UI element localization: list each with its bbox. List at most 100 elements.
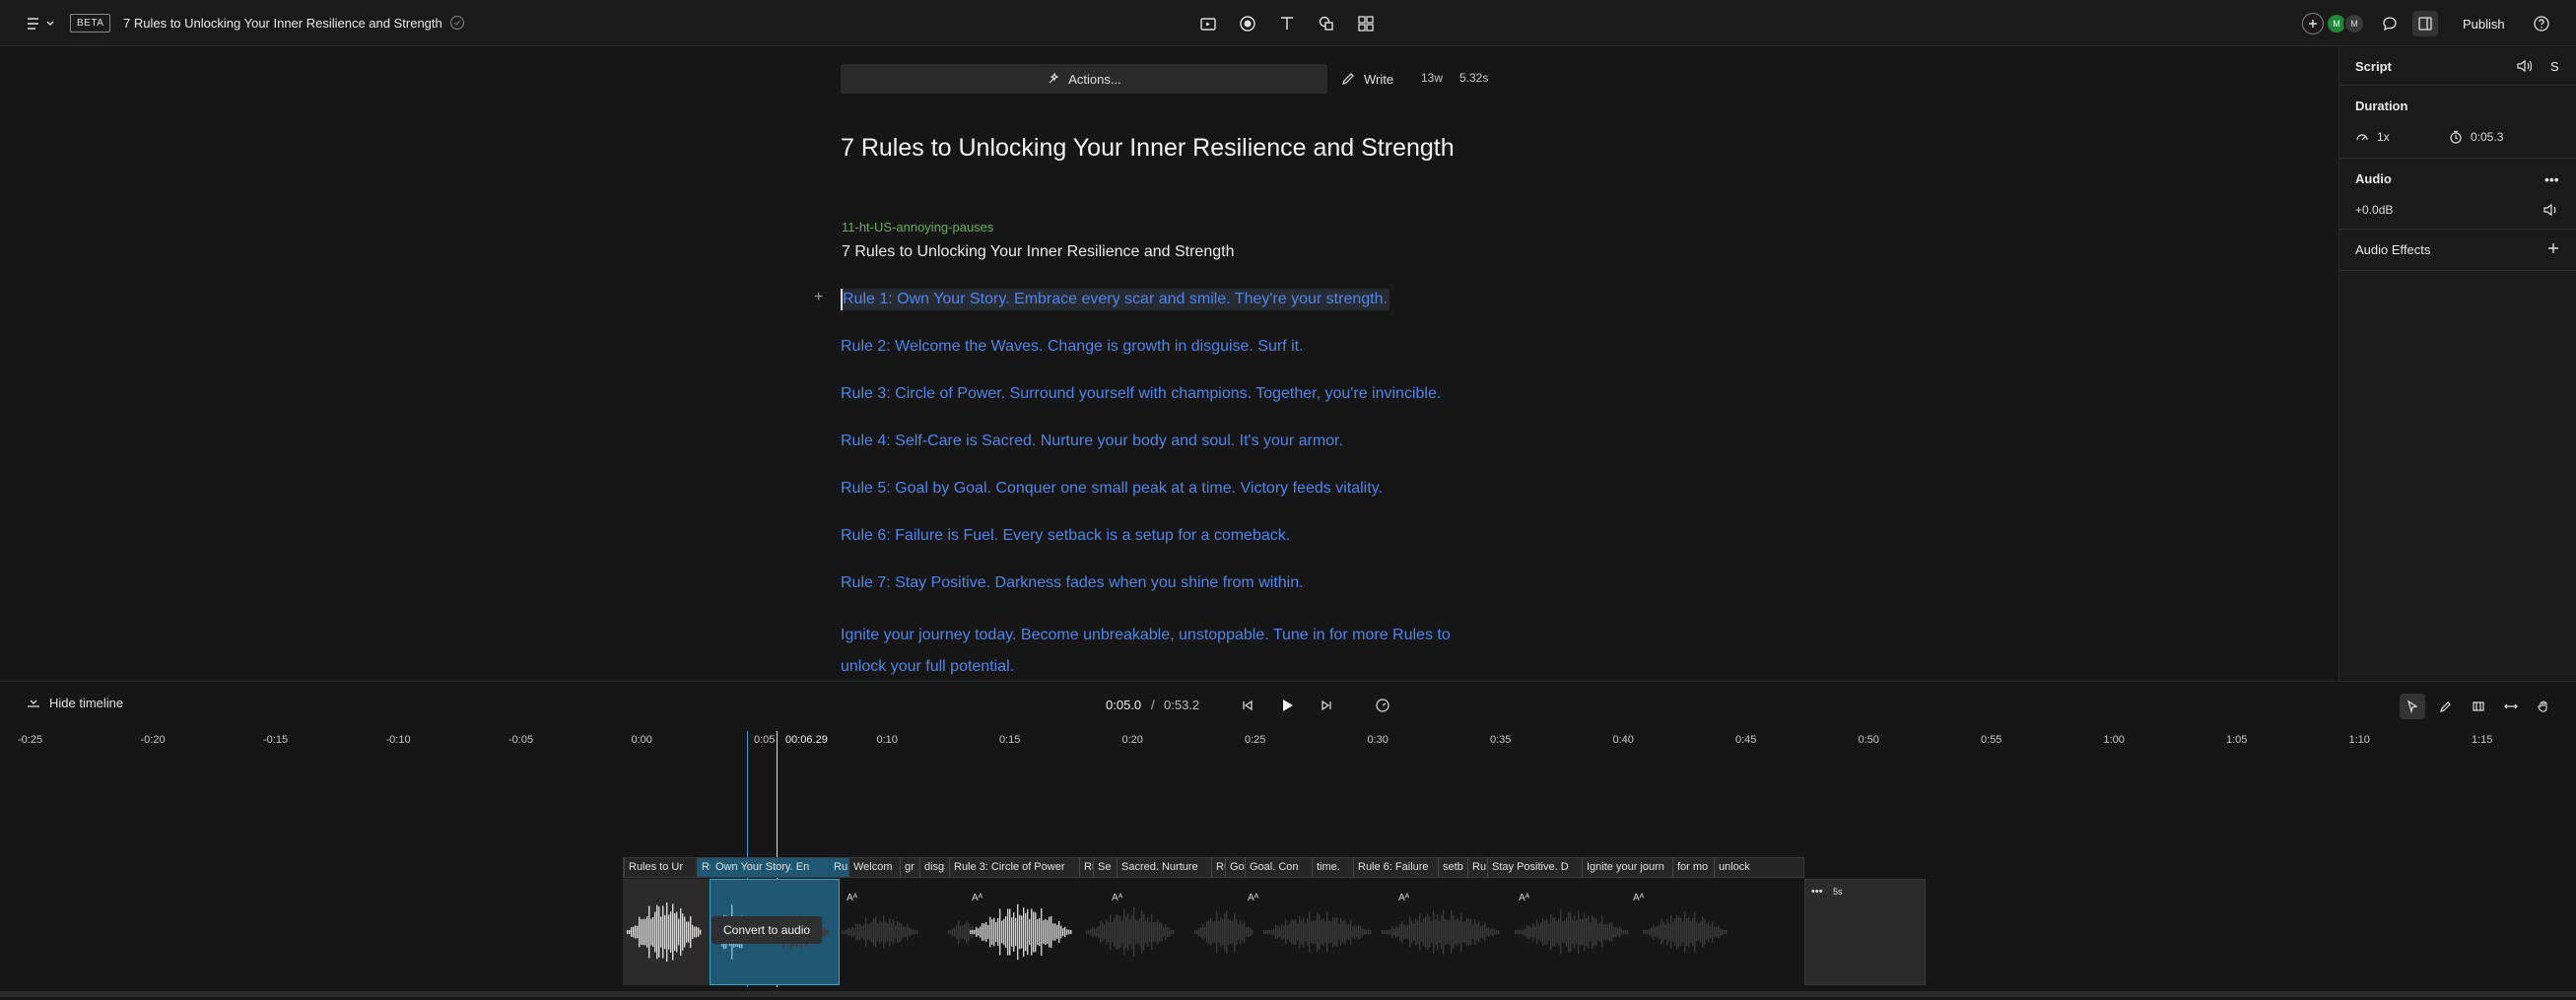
add-block-icon[interactable]: + bbox=[814, 289, 823, 306]
pen-tool-icon[interactable] bbox=[2433, 694, 2459, 719]
clip-label[interactable]: Se bbox=[1093, 858, 1117, 877]
comments-icon[interactable] bbox=[2377, 11, 2403, 36]
rule-line[interactable]: Rule 5: Goal by Goal. Conquer one small … bbox=[841, 478, 1530, 500]
grid-icon[interactable] bbox=[1353, 11, 1379, 36]
write-button[interactable]: Write bbox=[1340, 64, 1393, 94]
ruler-tick: 0:25 bbox=[1245, 734, 1266, 746]
playback-speed-icon[interactable] bbox=[1372, 695, 1393, 716]
stretch-tool-icon[interactable] bbox=[2498, 694, 2524, 719]
ruler-tick: 0:40 bbox=[1612, 734, 1634, 746]
hand-tool-icon[interactable] bbox=[2531, 694, 2556, 719]
gain-value[interactable]: +0.0dB bbox=[2355, 203, 2393, 217]
timeline-scrollbar[interactable] bbox=[0, 991, 2576, 997]
clip-label[interactable]: for mo bbox=[1672, 858, 1714, 877]
actions-button[interactable]: Actions... bbox=[841, 64, 1327, 94]
publish-button[interactable]: Publish bbox=[2449, 10, 2519, 37]
ruler-tick: -0:25 bbox=[18, 734, 43, 746]
clip-label[interactable]: Ru bbox=[829, 858, 848, 877]
speaker-line[interactable]: 7 Rules to Unlocking Your Inner Resilien… bbox=[842, 243, 1234, 261]
total-time: 0:53.2 bbox=[1164, 698, 1200, 712]
clip-label[interactable]: Welcom bbox=[848, 858, 900, 877]
rule-line[interactable]: Rule 4: Self-Care is Sacred. Nurture you… bbox=[841, 431, 1530, 452]
trim-tool-icon[interactable] bbox=[2466, 694, 2491, 719]
clip-label[interactable]: Ru bbox=[1467, 858, 1487, 877]
rule-line[interactable]: Rule 1: Own Your Story. Embrace every sc… bbox=[841, 289, 1390, 310]
add-effect-icon[interactable] bbox=[2546, 241, 2560, 255]
clip-label[interactable]: setb bbox=[1438, 858, 1467, 877]
rule-line[interactable]: Rule 6: Failure is Fuel. Every setback i… bbox=[841, 525, 1530, 547]
voice-marker[interactable]: Aᴬ bbox=[1519, 893, 1529, 903]
avatar[interactable]: M bbox=[2343, 13, 2365, 34]
speed-control[interactable]: 1x bbox=[2355, 130, 2390, 144]
main-menu-button[interactable] bbox=[22, 12, 59, 35]
clip-label[interactable]: Own Your Story. En bbox=[711, 858, 829, 877]
rule-line[interactable]: Rule 7: Stay Positive. Darkness fades wh… bbox=[841, 572, 1530, 594]
clip-label[interactable]: unlock bbox=[1714, 858, 1763, 877]
timeline: Hide timeline 0:05.0 / 0:53.2 -0:25 -0:20… bbox=[0, 681, 2576, 1000]
clip-label[interactable]: gr bbox=[900, 858, 919, 877]
closing-line-2: unlock your full potential. bbox=[841, 658, 1015, 675]
record-icon[interactable] bbox=[1235, 11, 1260, 36]
clip-label[interactable]: Stay Positive. D bbox=[1487, 858, 1582, 877]
speaker-label[interactable]: 11-ht-US-annoying-pauses bbox=[842, 220, 993, 234]
tab-script[interactable]: Script bbox=[2355, 59, 2392, 74]
clip-label[interactable]: Rule 3: Circle of Power bbox=[949, 858, 1079, 877]
speaker-icon[interactable] bbox=[2542, 202, 2560, 218]
clip-label[interactable]: Rule 6: Failure bbox=[1353, 858, 1438, 877]
more-options-icon[interactable]: ••• bbox=[2544, 171, 2559, 187]
text-icon[interactable] bbox=[1274, 11, 1300, 36]
panel-toggle-icon[interactable] bbox=[2412, 11, 2438, 36]
actions-label: Actions... bbox=[1068, 71, 1121, 87]
ruler-tick: 0:15 bbox=[999, 734, 1021, 746]
clip-label[interactable]: time. bbox=[1312, 858, 1353, 877]
rules-list: Rule 1: Own Your Story. Embrace every sc… bbox=[841, 289, 1530, 680]
timer-icon bbox=[2449, 130, 2463, 144]
clip-label[interactable]: Go bbox=[1225, 858, 1245, 877]
pen-icon bbox=[1340, 71, 1356, 87]
volume-icon[interactable] bbox=[2516, 58, 2534, 74]
clip-label[interactable]: Ru bbox=[1211, 858, 1225, 877]
shapes-icon[interactable] bbox=[1314, 11, 1339, 36]
media-icon[interactable] bbox=[1195, 11, 1221, 36]
add-collaborator-icon[interactable] bbox=[2302, 13, 2324, 34]
voice-marker[interactable]: Aᴬ bbox=[1633, 893, 1644, 903]
voice-marker[interactable]: Aᴬ bbox=[1112, 893, 1122, 903]
play-icon[interactable] bbox=[1276, 695, 1298, 716]
convert-to-audio-button[interactable]: Convert to audio bbox=[712, 916, 823, 944]
script-heading[interactable]: 7 Rules to Unlocking Your Inner Resilien… bbox=[841, 134, 1455, 163]
voice-marker[interactable]: Aᴬ bbox=[847, 893, 857, 903]
clip-label[interactable]: Rules to Ur bbox=[624, 858, 697, 877]
clip-label[interactable]: Goal. Con bbox=[1245, 858, 1312, 877]
clip-label[interactable]: Ignite your journ bbox=[1582, 858, 1672, 877]
time-ruler[interactable]: -0:25 -0:20 -0:15 -0:10 -0:05 0:00 0:05 0:10 0:1… bbox=[0, 729, 2576, 753]
end-clip[interactable]: ••• 5s bbox=[1804, 879, 1926, 985]
properties-panel: Script S Duration 1x 0:05.3 Audio ••• +0… bbox=[2339, 47, 2576, 680]
select-tool-icon[interactable] bbox=[2400, 694, 2425, 719]
actions-icon bbox=[1047, 72, 1060, 86]
more-icon[interactable]: ••• bbox=[1811, 886, 1823, 898]
ruler-tick: 1:15 bbox=[2472, 734, 2493, 746]
skip-forward-icon[interactable] bbox=[1316, 695, 1337, 716]
skip-back-icon[interactable] bbox=[1237, 695, 1258, 716]
tab-s[interactable]: S bbox=[2550, 59, 2559, 74]
hide-timeline-button[interactable]: Hide timeline bbox=[26, 696, 123, 710]
rule-line[interactable]: Rule 2: Welcome the Waves. Change is gro… bbox=[841, 336, 1530, 358]
clip-label[interactable]: Ru bbox=[1079, 858, 1093, 877]
ruler-tick: 0:50 bbox=[1858, 734, 1879, 746]
rule-line[interactable]: Rule 3: Circle of Power. Surround yourse… bbox=[841, 383, 1530, 405]
clip-label[interactable]: Sacred. Nurture bbox=[1117, 858, 1211, 877]
clip-label[interactable]: disg bbox=[919, 858, 949, 877]
document-title[interactable]: 7 Rules to Unlocking Your Inner Resilien… bbox=[123, 14, 442, 33]
time-separator: / bbox=[1151, 698, 1155, 712]
current-time: 0:05.0 bbox=[1106, 698, 1142, 712]
voice-marker[interactable]: Aᴬ bbox=[972, 893, 983, 903]
ruler-tick: 0:45 bbox=[1735, 734, 1757, 746]
voice-marker[interactable]: Aᴬ bbox=[1398, 893, 1409, 903]
clip-label[interactable]: Ru bbox=[697, 858, 711, 877]
time-control[interactable]: 0:05.3 bbox=[2449, 130, 2503, 144]
voice-marker[interactable]: Aᴬ bbox=[1248, 893, 1258, 903]
closing-line[interactable]: Ignite your journey today. Become unbrea… bbox=[841, 620, 1530, 680]
write-label: Write bbox=[1364, 71, 1394, 87]
ruler-tick: 0:10 bbox=[876, 734, 898, 746]
help-icon[interactable] bbox=[2529, 11, 2554, 36]
